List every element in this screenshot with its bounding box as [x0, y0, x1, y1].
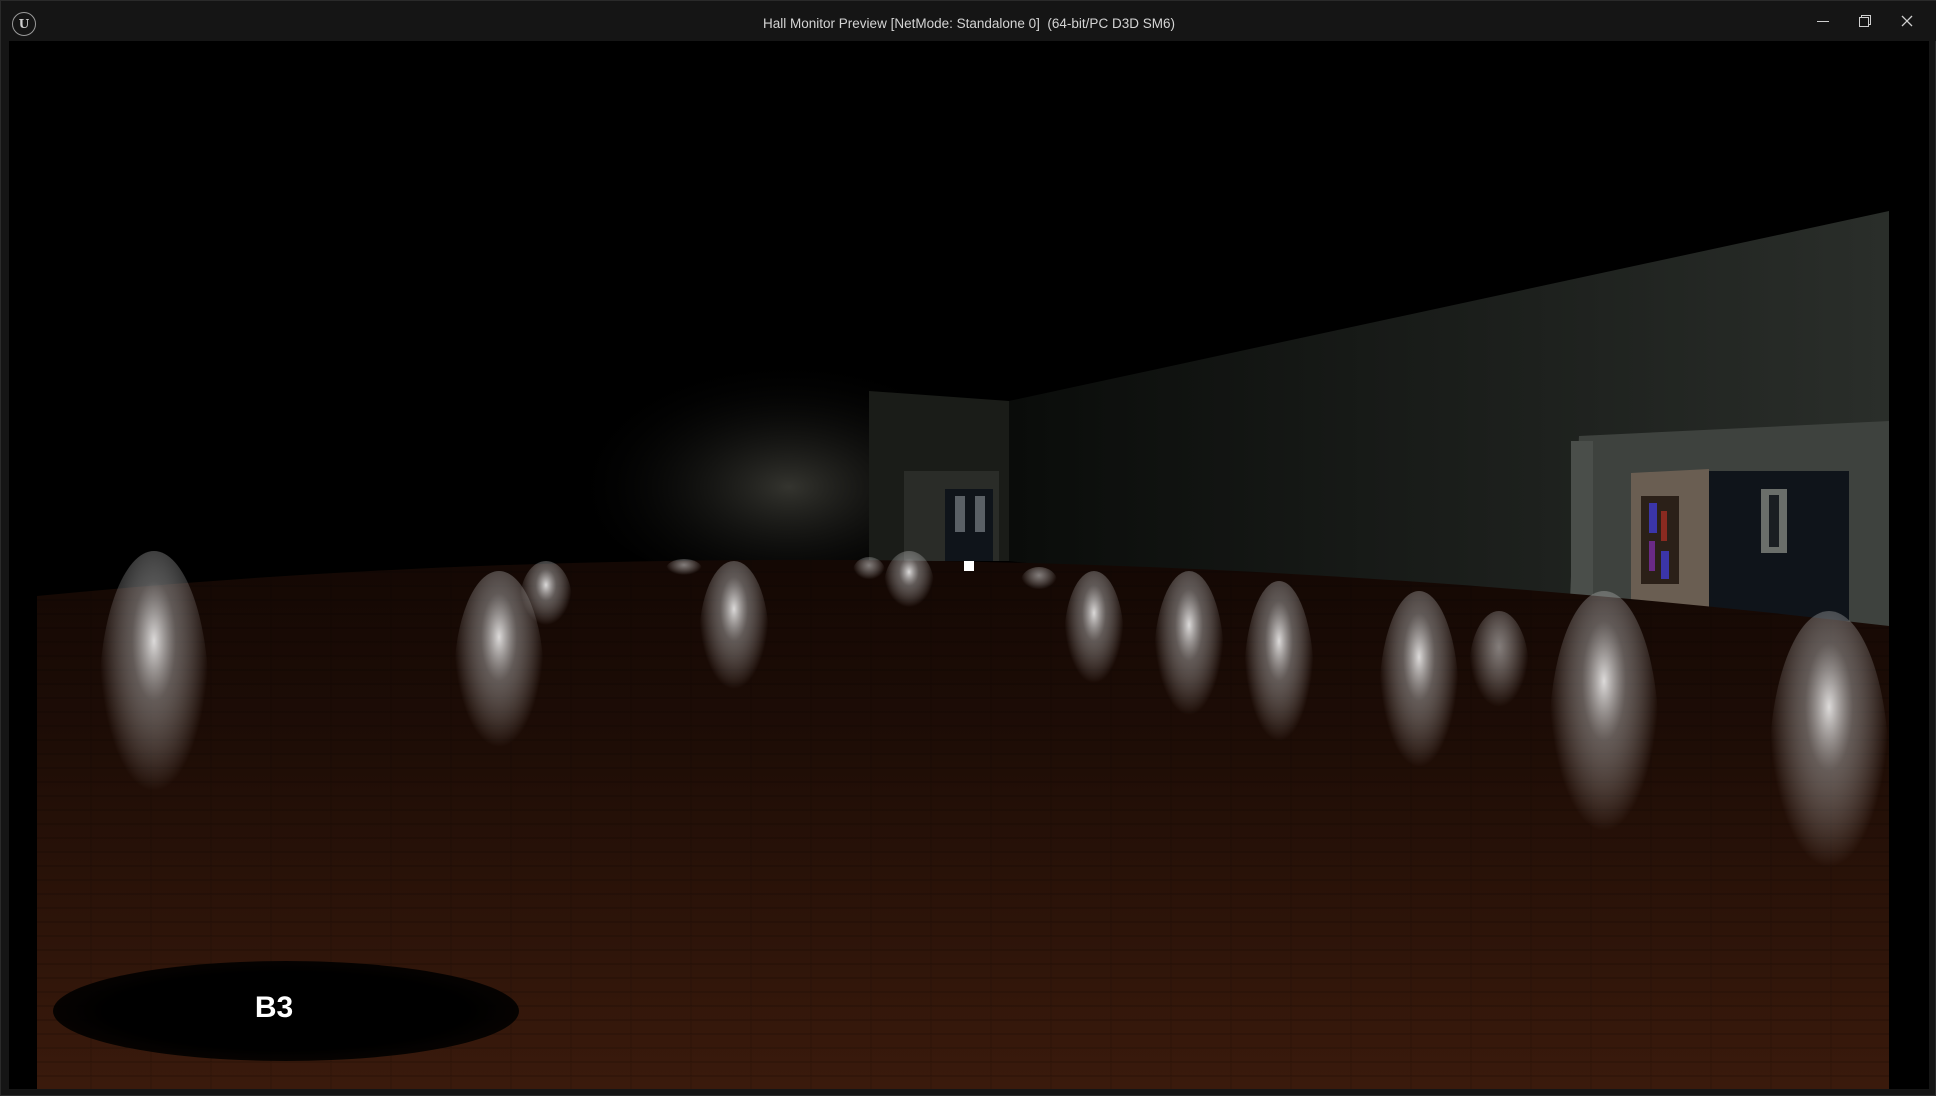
restore-button[interactable] — [1845, 5, 1885, 37]
restore-icon — [1859, 15, 1871, 27]
floor-indicator: B3 — [254, 991, 294, 1024]
close-button[interactable] — [1887, 5, 1927, 37]
minimize-button[interactable] — [1803, 5, 1843, 37]
crosshair-icon — [964, 561, 974, 571]
minimize-icon — [1817, 21, 1829, 22]
game-window: U Hall Monitor Preview [NetMode: Standal… — [0, 0, 1936, 1096]
close-icon — [1901, 15, 1913, 27]
title-bar[interactable]: U Hall Monitor Preview [NetMode: Standal… — [1, 1, 1936, 41]
game-viewport[interactable]: B3 — [9, 41, 1929, 1089]
